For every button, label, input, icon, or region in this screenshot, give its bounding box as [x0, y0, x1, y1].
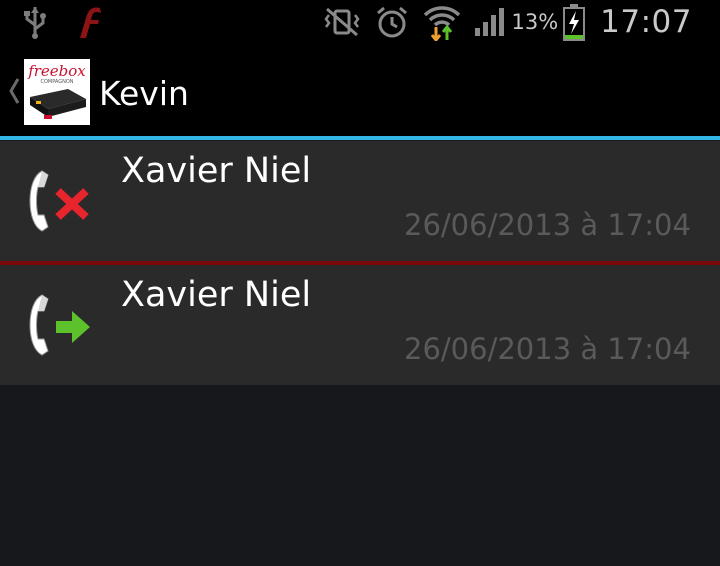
- svg-text:freebox: freebox: [27, 62, 86, 80]
- contact-name: Xavier Niel: [121, 151, 312, 191]
- call-datetime: 26/06/2013 à 17:04: [404, 332, 691, 366]
- call-list-item[interactable]: Xavier Niel 26/06/2013 à 17:04: [0, 265, 720, 385]
- action-bar-underline: [0, 136, 720, 140]
- status-bar-left: [22, 0, 110, 44]
- svg-text:COMPAGNON: COMPAGNON: [40, 79, 73, 85]
- call-datetime: 26/06/2013 à 17:04: [404, 208, 691, 242]
- wifi-icon: [423, 3, 461, 41]
- call-list-item[interactable]: Xavier Niel 26/06/2013 à 17:04: [0, 141, 720, 261]
- status-bar-right: 13% 17:07: [323, 0, 720, 44]
- back-chevron-icon[interactable]: [6, 76, 22, 106]
- clock: 17:07: [600, 4, 692, 40]
- signal-icon: [473, 6, 507, 38]
- app-logo[interactable]: freebox COMPAGNON: [24, 59, 90, 125]
- battery-percent: 13%: [511, 10, 559, 34]
- vibrate-mute-icon: [323, 7, 361, 37]
- missed-call-icon: [26, 161, 96, 241]
- alarm-icon: [375, 5, 409, 39]
- outgoing-call-icon: [26, 285, 96, 365]
- flash-icon: [70, 4, 110, 40]
- battery-charging-icon: [562, 3, 586, 41]
- usb-icon: [22, 5, 48, 39]
- page-title: Kevin: [99, 74, 189, 113]
- contact-name: Xavier Niel: [121, 275, 312, 315]
- status-bar: 13% 17:07: [0, 0, 720, 44]
